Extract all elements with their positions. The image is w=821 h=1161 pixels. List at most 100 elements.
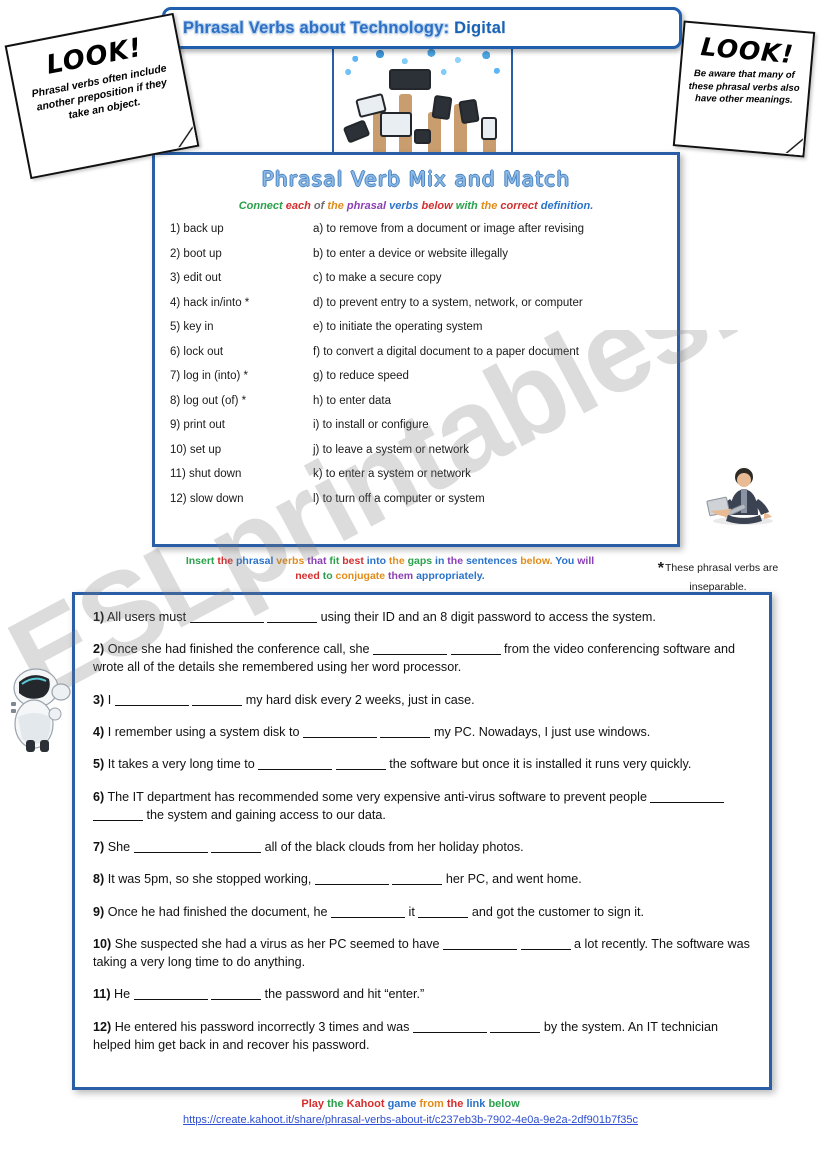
phrasal-verb-item[interactable]: 2) boot up [170, 248, 222, 260]
answer-blank[interactable] [93, 819, 143, 821]
definition-item[interactable]: j) to leave a system or network [313, 444, 469, 456]
look-note-right-heading: LOOK! [699, 32, 796, 70]
definition-item[interactable]: l) to turn off a computer or system [313, 493, 485, 505]
definition-item[interactable]: k) to enter a system or network [313, 468, 471, 480]
phrasal-verb-item[interactable]: 12) slow down [170, 493, 244, 505]
colored-word: fit [329, 555, 343, 567]
answer-blank[interactable] [258, 769, 333, 771]
footer-kahoot-line: Play the Kahoot game from the link below [0, 1098, 821, 1110]
colored-word: definition. [540, 200, 594, 212]
phrasal-verb-item[interactable]: 1) back up [170, 223, 224, 235]
man-with-laptop-image [694, 463, 792, 525]
answer-blank[interactable] [418, 916, 469, 918]
phrasal-verb-item[interactable]: 6) lock out [170, 346, 223, 358]
phrasal-verb-item[interactable]: 9) print out [170, 419, 225, 431]
colored-word: appropriately. [416, 570, 485, 583]
colored-word: Kahoot [346, 1098, 388, 1110]
worksheet-title-bar: Phrasal Verbs about Technology: Digital [162, 7, 682, 49]
answer-blank[interactable] [450, 654, 501, 656]
definition-item[interactable]: h) to enter data [313, 395, 391, 407]
definition-item[interactable]: d) to prevent entry to a system, network… [313, 297, 583, 309]
definition-item[interactable]: c) to make a secure copy [313, 272, 441, 284]
colored-word: link [466, 1098, 489, 1110]
match-row: 4) hack in/into * d) to prevent entry to … [155, 297, 677, 322]
answer-blank[interactable] [211, 852, 262, 853]
answer-blank[interactable] [133, 999, 208, 1001]
page-title-main: Phrasal Verbs about Technology: [183, 19, 450, 37]
mix-and-match-list: 1) back up a) to remove from a document o… [155, 223, 677, 517]
sentence-number: 8) [93, 872, 105, 887]
colored-word: gaps [407, 555, 436, 567]
sentence-number: 4) [93, 725, 105, 739]
answer-blank[interactable] [392, 884, 443, 886]
answer-blank[interactable] [331, 916, 406, 918]
colored-word: Connect [238, 200, 286, 212]
phrasal-verb-item[interactable]: 8) log out (of) * [170, 395, 246, 407]
phrasal-verb-item[interactable]: 4) hack in/into * [170, 297, 249, 309]
definition-item[interactable]: g) to reduce speed [313, 370, 409, 382]
colored-word: the [217, 555, 237, 567]
answer-blank[interactable] [211, 999, 262, 1001]
sentence-number: 10) [93, 937, 112, 952]
page-title-accent: Digital [449, 19, 506, 37]
colored-word: phrasal [346, 200, 390, 212]
gapfill-sentence: 2) Once she had finished the conference … [93, 642, 736, 675]
answer-blank[interactable] [373, 654, 448, 656]
definition-item[interactable]: f) to convert a digital document to a pa… [313, 346, 579, 358]
colored-word: Play [301, 1098, 328, 1110]
colored-word: each [285, 200, 314, 212]
phrasal-verb-item[interactable]: 11) shut down [170, 468, 241, 480]
answer-blank[interactable] [314, 884, 389, 886]
colored-word: sentences [465, 555, 521, 567]
phrasal-verb-item[interactable]: 7) log in (into) * [170, 370, 248, 382]
colored-word: them [388, 570, 417, 583]
answer-blank[interactable] [443, 949, 518, 951]
dogear-icon [175, 127, 198, 149]
gapfill-sentence: 4) I remember using a system disk to my … [93, 725, 651, 739]
answer-blank[interactable] [192, 704, 243, 706]
kahoot-link[interactable]: https://create.kahoot.it/share/phrasal-v… [183, 1114, 638, 1126]
definition-item[interactable]: i) to install or configure [313, 419, 429, 431]
definition-item[interactable]: a) to remove from a document or image af… [313, 223, 584, 235]
match-row: 1) back up a) to remove from a document o… [155, 223, 677, 248]
page-title: Phrasal Verbs about Technology: Digital [183, 19, 506, 38]
colored-word: will [577, 555, 595, 567]
answer-blank[interactable] [650, 801, 725, 803]
answer-blank[interactable] [302, 737, 377, 738]
colored-word: Insert [185, 555, 218, 567]
answer-blank[interactable] [189, 622, 264, 623]
match-row: 3) edit out c) to make a secure copy [155, 272, 677, 297]
match-row: 9) print out i) to install or configure [155, 419, 677, 444]
colored-word: game [387, 1098, 420, 1110]
colored-word: verbs [389, 200, 422, 212]
gapfill-sentence: 8) It was 5pm, so she stopped working, h… [93, 872, 582, 887]
phrasal-verb-item[interactable]: 10) set up [170, 444, 221, 456]
sentence-number: 9) [93, 904, 105, 919]
colored-word: correct [500, 200, 541, 212]
gapfill-sentence: 6) The IT department has recommended som… [93, 789, 751, 825]
match-row: 8) log out (of) * h) to enter data [155, 395, 677, 420]
answer-blank[interactable] [490, 1031, 541, 1033]
colored-word: below [421, 200, 456, 212]
asterisk-note-text: These phrasal verbs are inseparable. [665, 562, 779, 594]
answer-blank[interactable] [335, 769, 386, 771]
answer-blank[interactable] [412, 1031, 487, 1033]
answer-blank[interactable] [520, 949, 571, 951]
colored-word: the [447, 555, 466, 567]
phrasal-verb-item[interactable]: 3) edit out [170, 272, 221, 284]
colored-word: verbs [276, 555, 308, 567]
phrasal-verb-item[interactable]: 5) key in [170, 321, 213, 333]
match-row: 5) key in e) to initiate the operating sy… [155, 321, 677, 346]
answer-blank[interactable] [114, 704, 189, 706]
colored-word: You [555, 555, 578, 567]
definition-item[interactable]: b) to enter a device or website illegall… [313, 248, 508, 260]
answer-blank[interactable] [133, 852, 208, 853]
match-row: 2) boot up b) to enter a device or websit… [155, 248, 677, 273]
definition-item[interactable]: e) to initiate the operating system [313, 321, 482, 333]
sentence-number: 1) [93, 610, 105, 624]
mix-and-match-instruction: Connect each of the phrasal verbs below … [155, 200, 677, 212]
answer-blank[interactable] [380, 737, 431, 738]
answer-blank[interactable] [267, 622, 318, 623]
sentence-number: 6) [93, 789, 105, 804]
match-row: 6) lock out f) to convert a digital docum… [155, 346, 677, 371]
